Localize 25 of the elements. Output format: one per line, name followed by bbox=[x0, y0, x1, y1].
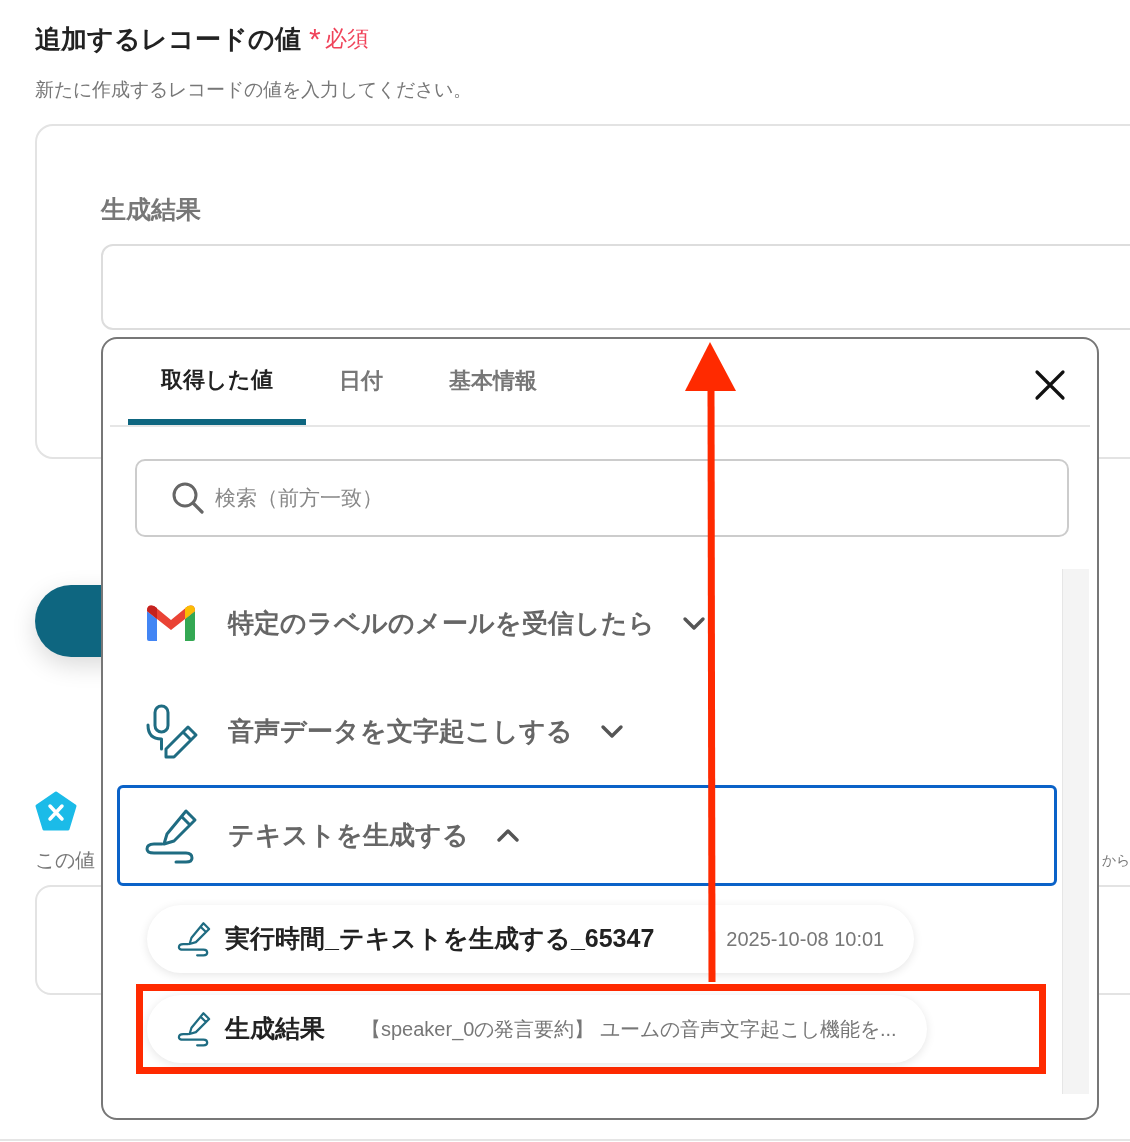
tab[interactable]: 日付 bbox=[306, 339, 416, 425]
envelope-m-icon bbox=[144, 603, 198, 643]
pen-squiggle-icon bbox=[144, 807, 198, 864]
value-chip[interactable]: 実行時間_テキストを生成する_65347 2025-10-08 10:01 bbox=[147, 905, 915, 973]
field-label: 生成結果 bbox=[101, 194, 202, 225]
scrollbar-track[interactable] bbox=[1062, 569, 1089, 1094]
pen-squiggle-icon bbox=[177, 1011, 211, 1047]
search-field[interactable]: 検索（前方一致） bbox=[135, 459, 1069, 537]
value-chip[interactable]: 生成結果 【speaker_0の発言要約】 ユームの音声文字起こし機能を... bbox=[147, 995, 927, 1063]
pen-squiggle-icon bbox=[177, 921, 211, 957]
description-text: から bbox=[1102, 851, 1130, 870]
required-mark: * bbox=[309, 29, 321, 49]
required-label: 必須 bbox=[324, 25, 369, 53]
search-icon bbox=[171, 481, 205, 515]
tab[interactable]: 基本情報 bbox=[416, 339, 570, 425]
list-item[interactable]: 音声データを文字起こしする bbox=[117, 677, 1057, 785]
list-item[interactable]: テキストを生成する bbox=[117, 785, 1057, 886]
tab[interactable]: 取得した値 bbox=[128, 339, 306, 425]
search-input[interactable]: 検索（前方一致） bbox=[213, 468, 1067, 528]
section-title: 追加するレコードの値 bbox=[35, 23, 301, 56]
pentagon-x-icon bbox=[35, 791, 77, 831]
description-text: この値 bbox=[35, 848, 95, 873]
input-field[interactable] bbox=[101, 244, 1130, 330]
list-item[interactable]: 特定のラベルのメールを受信したら bbox=[117, 569, 1057, 677]
description-text: 新たに作成するレコードの値を入力してください。 bbox=[35, 78, 473, 102]
